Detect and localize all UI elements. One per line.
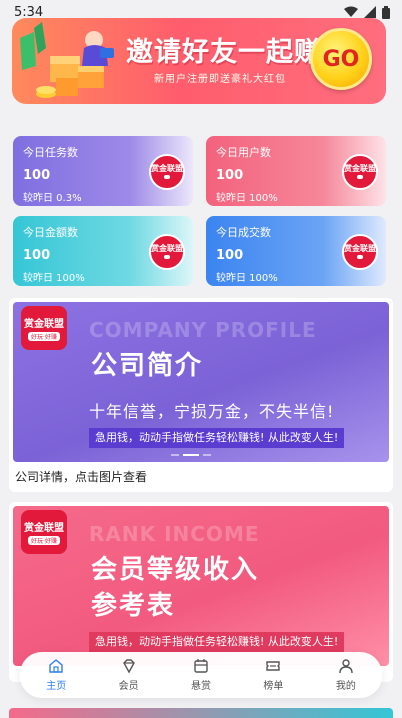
company-poster[interactable]: 赏金联盟 好玩·好赚 COMPANY PROFILE 公司简介 十年信誉，宁损万…: [13, 302, 389, 462]
brand-logo-text: 赏金联盟: [151, 243, 183, 253]
home-icon: [49, 659, 63, 673]
poster-logo-text: 赏金联盟: [24, 319, 64, 330]
bottom-tab-bar: 主页 会员 悬赏 榜单 我的: [20, 652, 382, 698]
stat-card-deals[interactable]: 今日成交数 100 较昨日 100% 赏金联盟: [206, 216, 386, 286]
tab-label: 悬赏: [191, 681, 212, 692]
brand-logo: 赏金联盟: [342, 234, 378, 270]
tab-label: 我的: [335, 681, 356, 692]
stat-card-amount[interactable]: 今日金额数 100 较昨日 100% 赏金联盟: [13, 216, 193, 286]
go-button[interactable]: GO: [310, 28, 372, 90]
brand-logo: 赏金联盟: [149, 234, 185, 270]
invite-banner[interactable]: 邀请好友一起赚钱 新用户注册即送豪礼大红包 GO: [12, 18, 386, 104]
banner-subtitle: 新用户注册即送豪礼大红包: [154, 74, 286, 85]
tab-label: 主页: [46, 681, 67, 692]
company-caption: 公司详情，点击图片查看: [15, 470, 148, 484]
poster-logo: 赏金联盟 好玩·好赚: [21, 510, 67, 554]
stat-compare: 较昨日 100%: [23, 273, 85, 284]
stat-compare: 较昨日 0.3%: [23, 193, 82, 204]
poster-title-line2: 参考表: [91, 591, 176, 621]
poster-logo-sub: 好玩·好赚: [28, 536, 60, 545]
tab-label: 榜单: [263, 681, 284, 692]
brand-logo-text: 赏金联盟: [151, 163, 183, 173]
signal-icon: [364, 6, 376, 18]
diamond-icon: [122, 659, 135, 674]
tab-mine[interactable]: 我的: [310, 652, 382, 698]
stat-compare: 较昨日 100%: [216, 273, 278, 284]
status-bar: 5:34: [0, 0, 402, 24]
poster-title-line1: 会员等级收入: [91, 555, 260, 585]
status-time: 5:34: [14, 4, 44, 20]
poster-motto: 十年信誉，宁损万金，不失半信!: [89, 402, 335, 421]
battery-icon: [382, 5, 390, 19]
carousel-dots: [171, 454, 211, 456]
stat-compare: 较昨日 100%: [216, 193, 278, 204]
wifi-icon: [344, 6, 358, 17]
stat-card-tasks[interactable]: 今日任务数 100 较昨日 0.3% 赏金联盟: [13, 136, 193, 206]
calendar-icon: [194, 659, 208, 673]
poster-bg-text: COMPANY PROFILE: [89, 318, 317, 342]
poster-title: 公司简介: [91, 351, 204, 381]
poster-bg-text: RANK INCOME: [89, 522, 260, 546]
tab-reward[interactable]: 悬赏: [165, 652, 237, 698]
poster-logo-sub: 好玩·好赚: [28, 332, 60, 341]
stat-card-users[interactable]: 今日用户数 100 较昨日 100% 赏金联盟: [206, 136, 386, 206]
gift-illustration: [20, 22, 114, 98]
poster-logo: 赏金联盟 好玩·好赚: [21, 306, 67, 350]
tab-member[interactable]: 会员: [92, 652, 164, 698]
brand-logo-text: 赏金联盟: [344, 243, 376, 253]
brand-logo: 赏金联盟: [149, 154, 185, 190]
poster-strip: 急用钱，动动手指做任务轻松赚钱! 从此改变人生!: [89, 428, 345, 448]
poster-title: 会员等级收入 参考表: [91, 552, 259, 624]
tab-ranking[interactable]: 榜单: [237, 652, 309, 698]
poster-strip: 急用钱，动动手指做任务轻松赚钱! 从此改变人生!: [89, 632, 345, 652]
ticket-icon: [266, 661, 281, 671]
poster-logo-text: 赏金联盟: [24, 523, 64, 534]
tab-label: 会员: [118, 681, 139, 692]
rank-poster[interactable]: 赏金联盟 好玩·好赚 RANK INCOME 会员等级收入 参考表 急用钱，动动…: [13, 506, 389, 666]
brand-logo-text: 赏金联盟: [344, 163, 376, 173]
next-card-peek: [9, 708, 393, 718]
tab-home[interactable]: 主页: [20, 652, 92, 698]
user-icon: [339, 659, 353, 674]
brand-logo: 赏金联盟: [342, 154, 378, 190]
company-profile-card[interactable]: 赏金联盟 好玩·好赚 COMPANY PROFILE 公司简介 十年信誉，宁损万…: [9, 298, 393, 492]
status-icons: [344, 5, 390, 19]
go-button-label: GO: [322, 46, 360, 72]
